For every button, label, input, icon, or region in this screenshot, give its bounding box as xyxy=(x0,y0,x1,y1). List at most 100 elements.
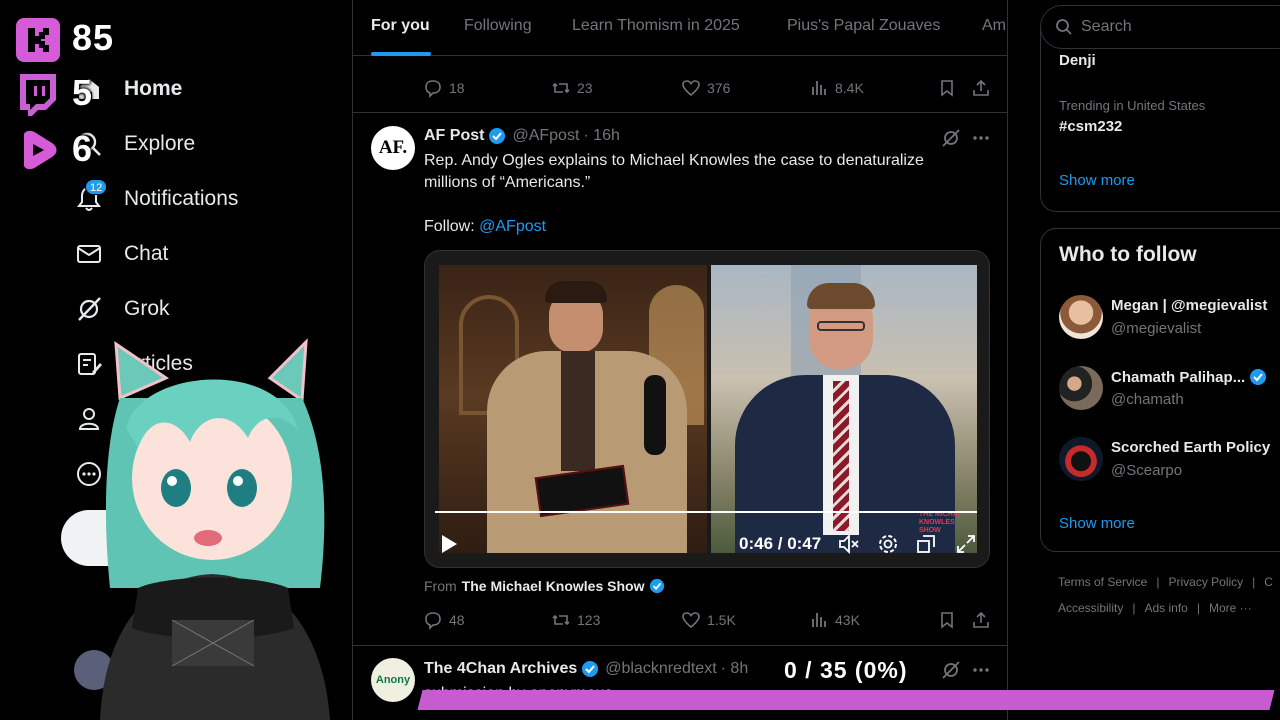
tweet-text: Rep. Andy Ogles explains to Michael Know… xyxy=(424,150,994,238)
video-time: 0:46 / 0:47 xyxy=(739,534,822,553)
trend-name: #csm232 xyxy=(1059,118,1123,135)
guest-tie xyxy=(833,381,849,531)
footer-link-terms[interactable]: Terms of Service xyxy=(1058,575,1147,589)
repost-icon xyxy=(552,82,570,94)
footer-link-more[interactable]: More ··· xyxy=(1209,601,1252,615)
tweet-actions: 48 123 1.5K 43K xyxy=(423,610,993,634)
more-options-icon[interactable] xyxy=(971,660,991,680)
who-to-follow-show-more[interactable]: Show more xyxy=(1059,515,1135,532)
suggestion-name: Chamath Palihap... xyxy=(1111,368,1246,386)
reply-count: 18 xyxy=(449,80,465,96)
from-source-link[interactable]: The Michael Knowles Show xyxy=(462,578,645,594)
mute-button[interactable] xyxy=(837,533,861,555)
reply-icon xyxy=(425,612,441,630)
follow-suggestion[interactable]: Chamath Palihap... @chamath xyxy=(1059,366,1280,414)
follow-label: Follow: xyxy=(424,218,475,235)
bookmark-button[interactable] xyxy=(937,78,957,98)
tab-for-you[interactable]: For you xyxy=(371,17,430,35)
tweet-avatar[interactable]: AF. xyxy=(371,126,415,170)
like-button[interactable]: 376 xyxy=(681,78,730,98)
reply-button[interactable]: 18 xyxy=(423,78,465,98)
like-count: 376 xyxy=(707,80,731,96)
more-options-icon[interactable] xyxy=(971,128,991,148)
vtuber-avatar xyxy=(80,338,350,720)
footer-separator: | xyxy=(1252,575,1256,589)
fullscreen-button[interactable] xyxy=(955,533,977,555)
verified-badge-icon xyxy=(649,578,665,594)
suggestion-name-row: Chamath Palihap... xyxy=(1111,368,1267,386)
stream-overlay-counters: 85 5 6 xyxy=(14,14,154,184)
share-button[interactable] xyxy=(971,78,991,98)
views-button[interactable]: 43K xyxy=(809,610,860,630)
suggestion-avatar xyxy=(1059,295,1103,339)
microphone xyxy=(644,375,666,455)
video-frame-left xyxy=(439,265,707,553)
speaker-muted-icon xyxy=(839,533,859,555)
author-handle[interactable]: @AFpost xyxy=(512,127,579,145)
author-name[interactable]: The 4Chan Archives xyxy=(424,660,577,678)
views-icon xyxy=(812,81,826,95)
twitch-icon xyxy=(16,72,60,116)
tweet-avatar[interactable]: Anony xyxy=(371,658,415,702)
repost-button[interactable]: 23 xyxy=(551,78,593,98)
suggestion-avatar xyxy=(1059,437,1103,481)
reply-button[interactable]: 48 xyxy=(423,610,465,630)
nav-item-label: Grok xyxy=(124,297,170,320)
repost-count: 123 xyxy=(577,612,601,628)
tab-following[interactable]: Following xyxy=(464,17,532,35)
tab-more[interactable]: Am xyxy=(982,17,1006,35)
divider xyxy=(353,112,1007,113)
suggestion-handle: @Scearpo xyxy=(1111,462,1183,479)
divider xyxy=(353,645,1007,646)
verified-badge-icon xyxy=(581,660,599,678)
share-icon xyxy=(973,611,989,628)
tweet-time[interactable]: · 8h xyxy=(721,660,749,678)
views-button[interactable]: 8.4K xyxy=(809,78,864,98)
tab-learn-thomism[interactable]: Learn Thomism in 2025 xyxy=(572,17,740,35)
like-button[interactable]: 1.5K xyxy=(681,610,736,630)
trend-item[interactable]: Trending in United States #csm232 xyxy=(1059,98,1205,135)
play-icon xyxy=(442,535,457,553)
grok-icon[interactable] xyxy=(941,128,961,148)
trend-item[interactable]: Denji xyxy=(1059,52,1096,69)
tweet-header: AF Post @AFpost · 16h xyxy=(424,127,620,145)
grok-icon xyxy=(72,292,106,326)
footer-link-cookie[interactable]: C xyxy=(1264,575,1273,589)
gear-icon xyxy=(879,535,897,553)
tweet-follow-line: Follow: @AFpost xyxy=(424,216,994,238)
fullscreen-icon xyxy=(957,535,975,553)
nav-item-label: Chat xyxy=(124,242,169,265)
author-handle[interactable]: @blacknredtext xyxy=(605,660,716,678)
footer-link-privacy[interactable]: Privacy Policy xyxy=(1168,575,1243,589)
nav-item-label: Notifications xyxy=(124,187,239,210)
follow-suggestion[interactable]: Megan | @megievalist @megievalist xyxy=(1059,295,1280,343)
mail-icon xyxy=(72,237,106,271)
heart-icon xyxy=(682,612,700,629)
pip-button[interactable] xyxy=(915,533,937,555)
author-name[interactable]: AF Post xyxy=(424,127,484,145)
repost-button[interactable]: 123 xyxy=(551,610,600,630)
reply-icon xyxy=(425,80,441,98)
tweet-time[interactable]: · 16h xyxy=(583,127,619,145)
bookmark-button[interactable] xyxy=(937,610,957,630)
bookmark-icon xyxy=(941,80,953,97)
trends-show-more[interactable]: Show more xyxy=(1059,172,1135,189)
play-button[interactable] xyxy=(439,533,459,555)
suggestion-name: Megan | @megievalist xyxy=(1111,297,1268,314)
tab-papal-zouaves[interactable]: Pius's Papal Zouaves xyxy=(787,17,940,35)
video-scrubber[interactable] xyxy=(435,511,977,513)
nav-item-chat[interactable]: Chat xyxy=(72,232,168,276)
timeline-tabs: For you Following Learn Thomism in 2025 … xyxy=(353,0,1007,56)
settings-button[interactable] xyxy=(877,533,899,555)
video-player[interactable]: THE MICHAEL KNOWLES SHOW 0:46 / 0:47 xyxy=(424,250,990,568)
bookmark-icon xyxy=(941,612,953,629)
share-button[interactable] xyxy=(971,610,991,630)
follow-suggestion[interactable]: Scorched Earth Policy @Scearpo xyxy=(1059,437,1280,485)
who-to-follow-title: Who to follow xyxy=(1059,243,1197,266)
footer-link-accessibility[interactable]: Accessibility xyxy=(1058,601,1123,615)
nav-item-grok[interactable]: Grok xyxy=(72,287,170,331)
footer-link-ads-info[interactable]: Ads info xyxy=(1144,601,1187,615)
follow-link[interactable]: @AFpost xyxy=(479,218,546,235)
grok-icon[interactable] xyxy=(941,660,961,680)
like-count: 1.5K xyxy=(707,612,736,628)
